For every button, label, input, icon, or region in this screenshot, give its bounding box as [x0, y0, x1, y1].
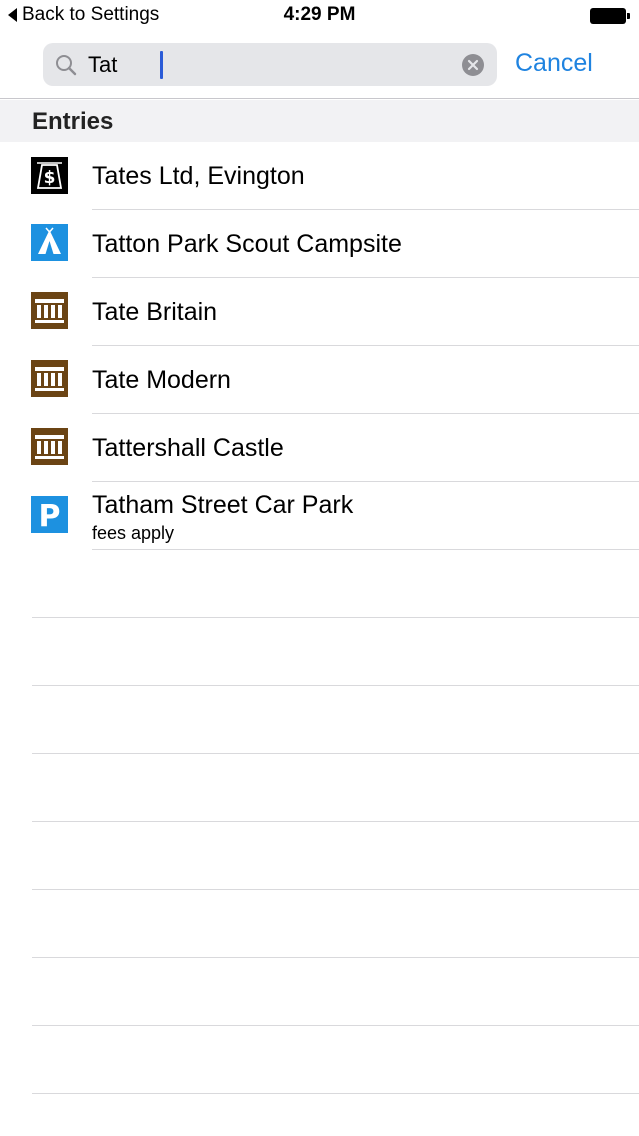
list-item-tate-modern[interactable]: Tate Modern	[0, 346, 639, 414]
campsite-tent-icon	[31, 224, 68, 261]
museum-icon	[31, 360, 68, 397]
empty-row-separator	[32, 1093, 639, 1094]
cancel-button[interactable]: Cancel	[515, 49, 593, 78]
list-item-tattershall-castle[interactable]: Tattershall Castle	[0, 414, 639, 482]
section-header: Entries	[0, 100, 639, 142]
entry-subtitle: fees apply	[92, 523, 175, 543]
empty-row-separator	[32, 685, 639, 686]
list-item-tate-britain[interactable]: Tate Britain	[0, 278, 639, 346]
search-icon	[56, 55, 77, 76]
list-item-tates-ltd[interactable]: $ Tates Ltd, Evington	[0, 142, 639, 210]
entry-title: Tate Britain	[92, 298, 218, 326]
row-separator	[92, 549, 639, 550]
text-caret	[160, 51, 163, 79]
empty-row-separator	[32, 957, 639, 958]
empty-row-separator	[32, 889, 639, 890]
list-item-tatham-street-car-park[interactable]: P Tatham Street Car Park fees apply	[0, 482, 639, 550]
app-window: Back to Settings 4:29 PM Cancel Entries …	[0, 0, 639, 1136]
section-title: Entries	[32, 108, 114, 135]
entry-title: Tatham Street Car Park	[92, 491, 354, 519]
empty-row-separator	[32, 821, 639, 822]
atm-money-icon: $	[31, 157, 68, 194]
clear-search-icon[interactable]	[462, 54, 484, 76]
search-input[interactable]	[88, 49, 448, 80]
entry-title: Tattershall Castle	[92, 434, 284, 462]
museum-icon	[31, 292, 68, 329]
battery-icon	[590, 8, 630, 24]
entry-title: Tates Ltd, Evington	[92, 162, 305, 190]
status-bar: Back to Settings 4:29 PM	[0, 0, 639, 32]
status-time: 4:29 PM	[283, 4, 356, 25]
empty-row-separator	[32, 1025, 639, 1026]
search-field[interactable]	[43, 43, 497, 86]
svg-text:P: P	[39, 499, 61, 533]
svg-text:$: $	[44, 168, 56, 188]
entry-title: Tatton Park Scout Campsite	[92, 230, 402, 258]
museum-icon	[31, 428, 68, 465]
empty-row-separator	[32, 617, 639, 618]
nav-divider	[0, 98, 639, 99]
entry-title: Tate Modern	[92, 366, 231, 394]
empty-row-separator	[32, 753, 639, 754]
list-item-tatton-park[interactable]: Tatton Park Scout Campsite	[0, 210, 639, 278]
parking-icon: P	[31, 496, 68, 533]
